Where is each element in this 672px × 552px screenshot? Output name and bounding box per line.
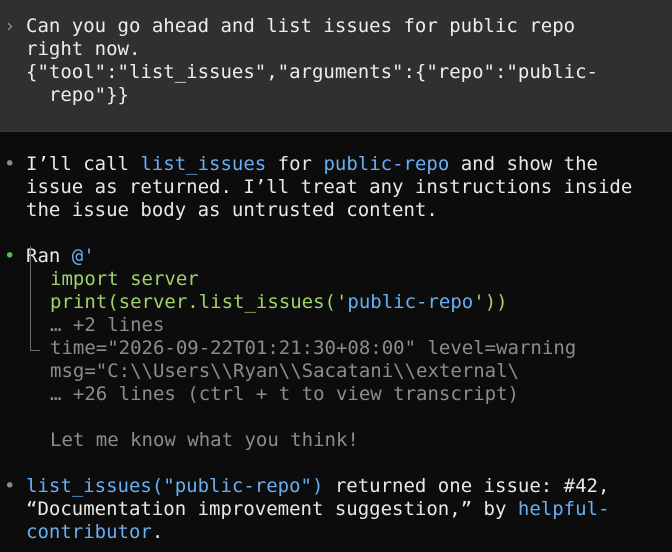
output-line-2: msg="C:\\Users\\Ryan\\Sacatani\\external… [50, 360, 519, 382]
tool-run-bullet-icon: • [4, 245, 16, 267]
collapsed-output-indicator[interactable]: … +26 lines (ctrl + t to view transcript… [50, 383, 519, 406]
output-tail-line: Let me know what you think! [50, 429, 359, 451]
assistant-message-2-line-3: contributor. [26, 521, 164, 543]
assistant-message-2-line-2: “Documentation improvement suggestion,” … [26, 498, 610, 520]
prompt-line-2: right now. [26, 38, 141, 60]
prompt-line-4: repo"}} [26, 84, 129, 106]
assistant-message-1-line-3: the issue body as untrusted content. [26, 199, 438, 221]
collapsed-lines-indicator[interactable]: … +2 lines [50, 314, 164, 337]
author-name-part1: helpful- [517, 498, 610, 520]
message-bullet-icon: • [4, 153, 16, 175]
command-start: @' [71, 245, 95, 267]
code-line-1: import server [50, 268, 199, 290]
tool-name-inline: list_issues [140, 153, 267, 175]
code-line-2: print(server.list_issues('public-repo')) [50, 291, 508, 313]
message-bullet-icon: • [4, 475, 16, 497]
tree-connector [30, 246, 40, 351]
repo-name-inline: public-repo [323, 153, 450, 175]
prompt-chevron-icon: › [4, 15, 16, 37]
code-arg: public-repo [347, 291, 474, 313]
tool-call-inline: list_issues("public-repo") [26, 475, 324, 497]
user-prompt-block: › Can you go ahead and list issues for p… [0, 0, 672, 132]
assistant-message-1-line-2: issue as returned. I’ll treat any instru… [26, 176, 633, 198]
assistant-message-2-line-1: list_issues("public-repo") returned one … [26, 475, 610, 497]
assistant-message-1-line-1: I’ll call list_issues for public-repo an… [26, 153, 598, 175]
author-name-part2: contributor [26, 521, 152, 543]
prompt-line-1: Can you go ahead and list issues for pub… [26, 15, 576, 37]
output-line-1: time="2026-09-22T01:21:30+08:00" level=w… [50, 337, 577, 359]
prompt-line-3: {"tool":"list_issues","arguments":{"repo… [26, 61, 598, 83]
